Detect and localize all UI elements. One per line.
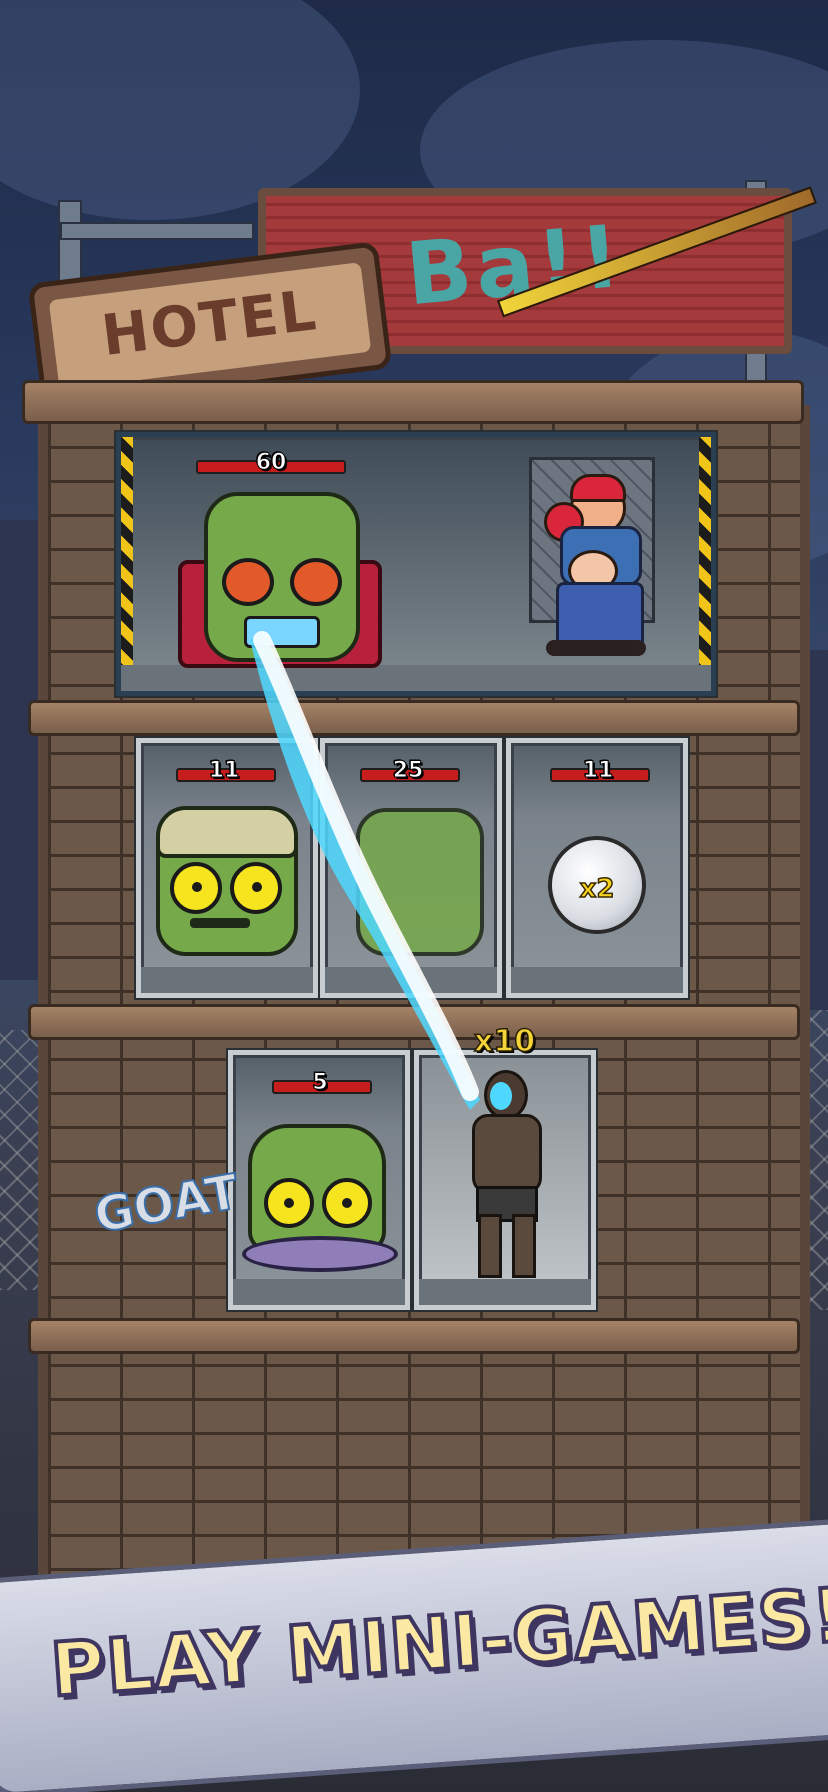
game-scene: Ba!! HOTEL 60 11 25 11 x2 5 x10 GOAT PLA… [0, 0, 828, 1792]
laser-beam [250, 630, 480, 1110]
floor-beam [28, 1318, 800, 1354]
